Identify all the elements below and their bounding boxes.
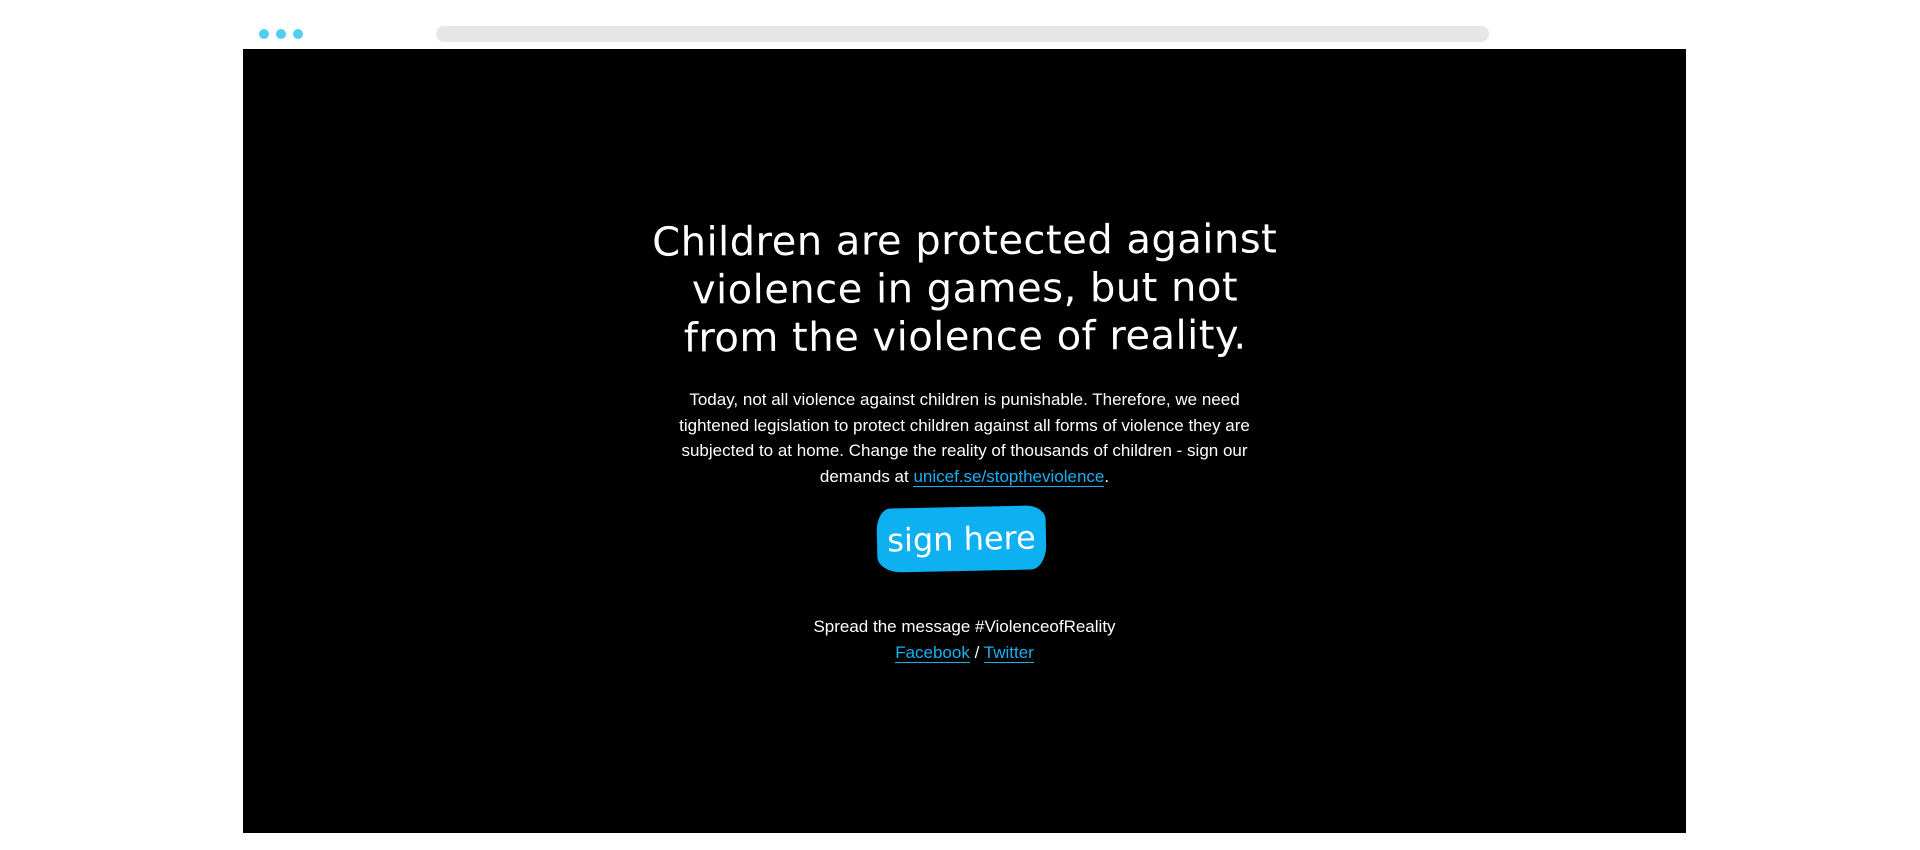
window-dot-3	[293, 29, 303, 39]
window-dot-2	[276, 29, 286, 39]
facebook-link[interactable]: Facebook	[895, 642, 970, 663]
window-dot-1	[259, 29, 269, 39]
page-viewport: Children are protected against violence …	[243, 49, 1686, 833]
social-links: Facebook / Twitter	[243, 640, 1686, 666]
stoptheviolence-link[interactable]: unicef.se/stoptheviolence	[913, 466, 1105, 487]
sign-here-button[interactable]: sign here	[876, 505, 1047, 573]
address-bar[interactable]	[436, 26, 1489, 42]
sign-here-label: sign here	[886, 518, 1037, 560]
window-controls	[259, 29, 303, 39]
spread-message: Spread the message #ViolenceofReality	[813, 617, 1116, 636]
body-text-end: .	[1104, 466, 1110, 486]
browser-chrome	[0, 0, 1920, 49]
main-content: Children are protected against violence …	[243, 216, 1686, 666]
page-title: Children are protected against violence …	[651, 216, 1277, 362]
sign-button-wrap: sign here	[243, 505, 1686, 587]
body-text: Today, not all violence against children…	[665, 387, 1265, 489]
twitter-link[interactable]: Twitter	[983, 642, 1034, 663]
social-separator: /	[974, 642, 980, 662]
